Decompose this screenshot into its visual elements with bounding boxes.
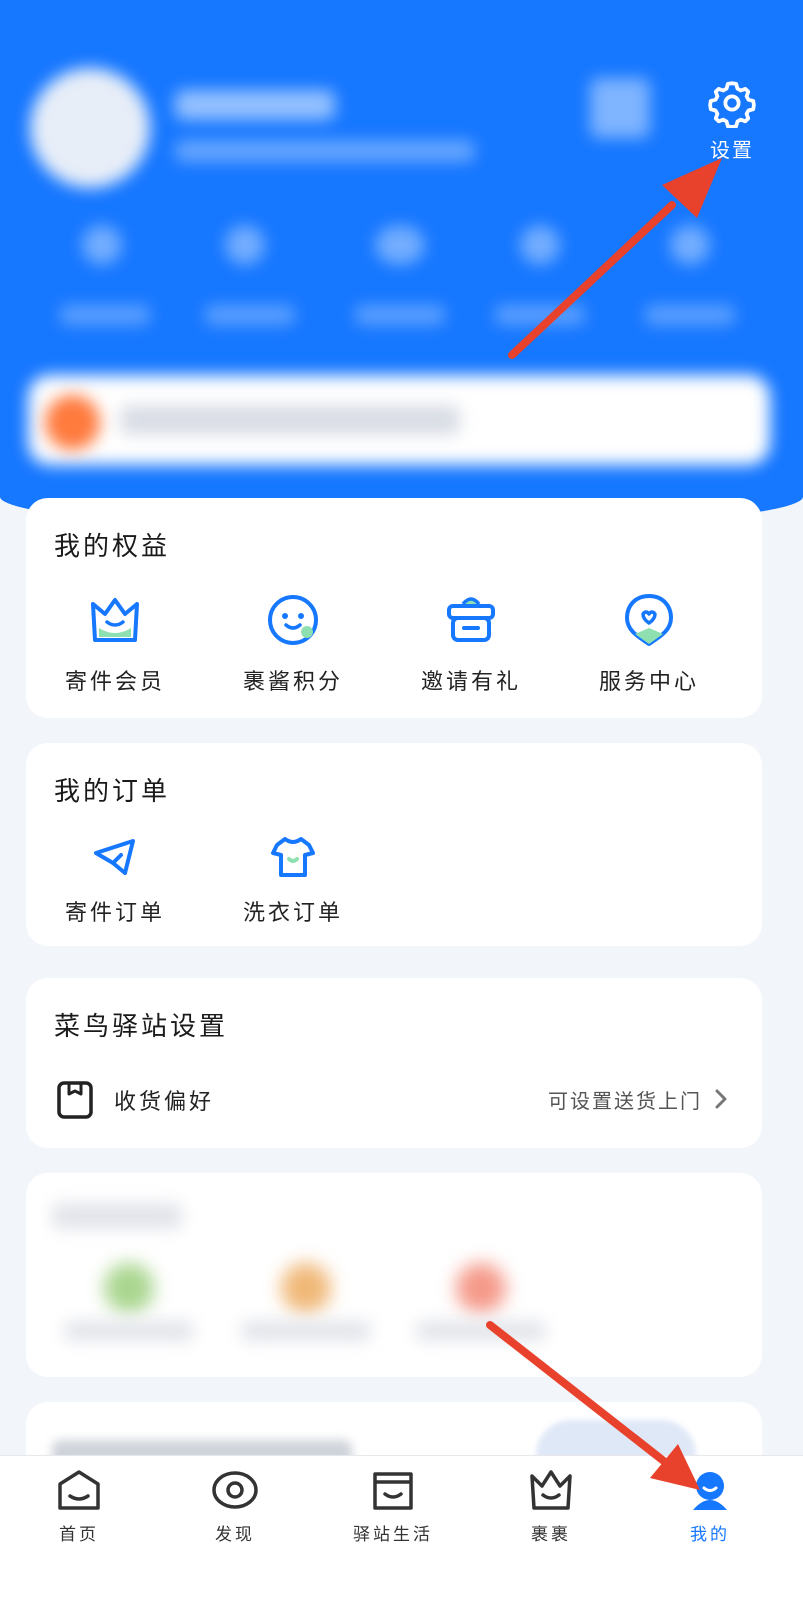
header-shortcut-icon[interactable] [670, 225, 710, 265]
benefits-title: 我的权益 [54, 532, 171, 562]
order-label: 洗衣订单 [242, 901, 343, 926]
benefit-item-points[interactable]: 裹酱积分 [204, 590, 382, 696]
avatar[interactable] [30, 68, 150, 188]
blurred-service-label [64, 1321, 194, 1341]
username-blurred [175, 90, 335, 120]
settings-button[interactable]: 设置 [700, 78, 764, 163]
profile-icon [693, 1472, 727, 1510]
blurred-service-label [416, 1321, 546, 1341]
benefit-label: 裹酱积分 [242, 670, 343, 695]
tab-label: 我的 [690, 1525, 730, 1545]
orders-card: 我的订单 寄件订单 洗衣订单 [26, 743, 762, 946]
header-shortcut-label [205, 305, 295, 325]
smiley-icon [268, 595, 318, 645]
header-shortcut-label [60, 305, 150, 325]
header-shortcut-label [645, 305, 735, 325]
crown-icon [530, 1470, 572, 1510]
gift-icon [447, 597, 495, 642]
crown-icon [91, 598, 139, 642]
delivery-preference-value: 可设置送货上门 [548, 1089, 702, 1113]
tab-label: 裹裹 [531, 1525, 571, 1545]
tab-label: 发现 [215, 1525, 255, 1545]
benefit-item-membership[interactable]: 寄件会员 [26, 590, 204, 696]
station-icon [373, 1472, 413, 1510]
header-shortcut-label [495, 305, 585, 325]
orders-title: 我的订单 [54, 777, 171, 807]
benefit-label: 邀请有礼 [420, 670, 521, 695]
header-shortcut-icon[interactable] [225, 225, 265, 265]
blurred-service-label [241, 1321, 371, 1341]
blurred-card-title [52, 1203, 182, 1229]
benefit-label: 服务中心 [598, 670, 699, 695]
settings-label: 设置 [710, 138, 754, 162]
station-title: 菜鸟驿站设置 [54, 1012, 229, 1042]
orders-grid: 寄件订单 洗衣订单 [26, 833, 762, 927]
eye-icon [212, 1471, 258, 1509]
header-shortcut-label [355, 305, 445, 325]
tab-station-life[interactable]: 驿站生活 [328, 1468, 458, 1545]
tab-label: 首页 [59, 1525, 99, 1545]
delivery-preference-row[interactable]: 收货偏好 可设置送货上门 [26, 1074, 762, 1124]
blurred-services-card [26, 1173, 762, 1377]
header-shortcut-icon[interactable] [520, 225, 560, 265]
blurred-service-icon[interactable] [456, 1263, 506, 1313]
benefit-item-invite[interactable]: 邀请有礼 [382, 590, 560, 696]
delivery-preference-label: 收货偏好 [114, 1090, 215, 1115]
gear-icon [708, 81, 756, 128]
tab-home[interactable]: 首页 [14, 1468, 144, 1545]
package-icon [57, 1081, 93, 1119]
blurred-service-icon[interactable] [281, 1263, 331, 1313]
tshirt-icon [271, 837, 315, 877]
user-info-blurred [175, 140, 475, 162]
bottom-tab-bar: 首页 发现 驿站生活 裹裹 我的 [0, 1455, 803, 1601]
order-item-shipping[interactable]: 寄件订单 [26, 833, 204, 927]
tab-label: 驿站生活 [353, 1525, 433, 1545]
qr-code-icon[interactable] [590, 78, 650, 138]
tab-guoguo[interactable]: 裹裹 [486, 1468, 616, 1545]
header-shortcut-icon[interactable] [82, 225, 122, 265]
promo-banner-text [120, 405, 460, 435]
tab-mine[interactable]: 我的 [645, 1468, 775, 1545]
service-badge-icon [625, 594, 673, 646]
station-settings-card: 菜鸟驿站设置 收货偏好 可设置送货上门 [26, 978, 762, 1148]
chevron-right-icon [715, 1089, 727, 1109]
order-item-laundry[interactable]: 洗衣订单 [204, 833, 382, 927]
benefit-item-service-center[interactable]: 服务中心 [560, 590, 738, 696]
order-label: 寄件订单 [64, 901, 165, 926]
tab-discover[interactable]: 发现 [170, 1468, 300, 1545]
blurred-service-icon[interactable] [104, 1263, 154, 1313]
benefits-grid: 寄件会员 裹酱积分 邀请有礼 服务中心 [26, 590, 762, 696]
benefits-card: 我的权益 寄件会员 裹酱积分 邀请有礼 服务中心 [26, 498, 762, 718]
promo-banner-icon [45, 395, 100, 450]
paper-plane-icon [94, 839, 135, 875]
home-icon [58, 1470, 100, 1510]
benefit-label: 寄件会员 [64, 670, 165, 695]
header-shortcut-icon[interactable] [375, 225, 425, 265]
